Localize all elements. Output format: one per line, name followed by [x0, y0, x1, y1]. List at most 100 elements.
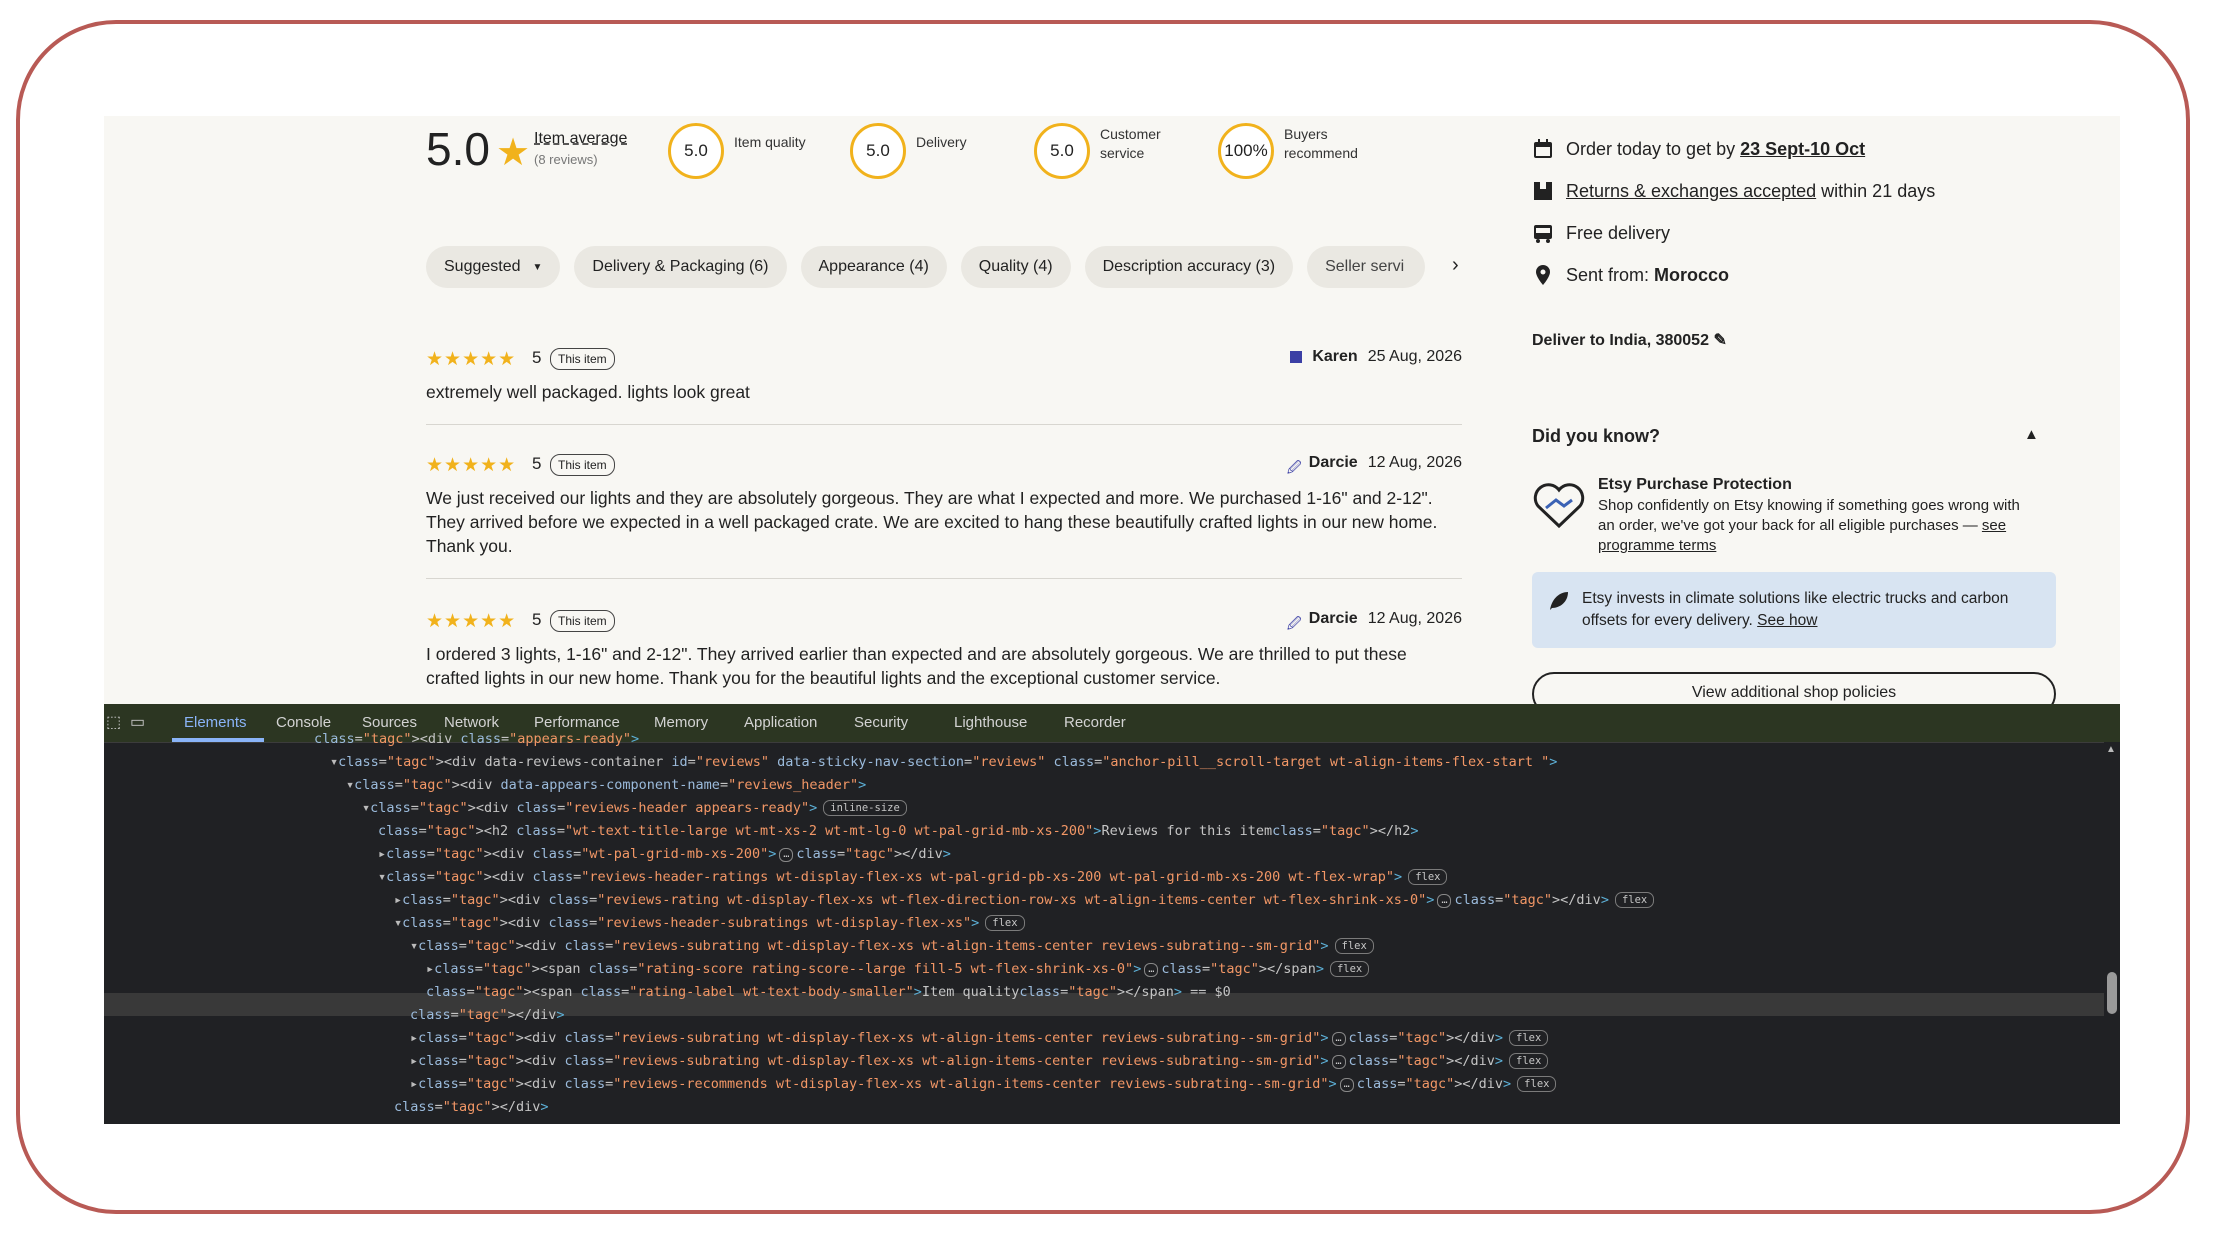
deliver-to[interactable]: Deliver to India, 380052 ✎ [1532, 330, 1727, 350]
reviewer-meta: 🖉 Darcie 12 Aug, 2026 [1286, 610, 1462, 631]
chevron-right-icon[interactable]: › [1452, 254, 1459, 277]
filter-pill-seller-service[interactable]: Seller servi [1307, 246, 1426, 288]
pencil-icon[interactable]: ✎ [1713, 332, 1726, 349]
rating-label: Customer service [1100, 126, 1161, 161]
dom-node-line[interactable]: ▾class="tagc"><div data-appears-componen… [346, 774, 866, 797]
tab-lighthouse[interactable]: Lighthouse [954, 714, 1027, 731]
filter-pill-delivery-packaging[interactable]: Delivery & Packaging (6) [574, 246, 787, 288]
inspect-element-icon[interactable]: ⬚ [106, 712, 121, 732]
review-item: ★★★★★ 5 This item 🖉 Darcie 12 Aug, 2026 … [426, 610, 1462, 704]
layout-badge: flex [1517, 1076, 1557, 1092]
dom-node-line[interactable]: ▸class="tagc"><div class="reviews-rating… [394, 889, 1655, 912]
order-prefix: Order today to get by [1566, 138, 1741, 159]
dom-node-line[interactable]: class="tagc"><h2 class="wt-text-title-la… [378, 820, 1418, 843]
tab-security[interactable]: Security [854, 714, 908, 731]
divider [426, 424, 1462, 425]
layout-badge: flex [985, 915, 1025, 931]
layout-badge: inline-size [823, 800, 907, 816]
divider [426, 578, 1462, 579]
dom-node-line[interactable]: class="tagc"></div> [394, 1096, 548, 1119]
location-pin-icon [1532, 264, 1554, 286]
recommend-percent-circle: 100% [1218, 123, 1274, 179]
sent-from-country: Morocco [1654, 264, 1730, 285]
reviewer-name[interactable]: Darcie [1309, 610, 1358, 628]
did-you-know-heading: Did you know? [1532, 426, 1660, 446]
review-date: 12 Aug, 2026 [1367, 610, 1462, 627]
average-rating: 5.0 [426, 123, 490, 175]
protection-body: Shop confidently on Etsy knowing if some… [1598, 497, 2020, 534]
dom-node-line[interactable]: class="tagc"><span class="rating-label w… [426, 981, 1231, 1004]
free-delivery-text: Free delivery [1566, 222, 1671, 243]
rating-number: 5 [532, 348, 542, 367]
sent-from: Sent from: Morocco [1532, 264, 1729, 286]
dom-node-line[interactable]: ▸class="tagc"><div class="reviews-recomm… [410, 1073, 1557, 1096]
review-text: I ordered 3 lights, 1-16" and 2-12". The… [426, 644, 1407, 688]
layout-badge: flex [1329, 961, 1370, 977]
scrollbar-thumb[interactable] [2107, 972, 2117, 1014]
feather-icon: 🖉 [1286, 615, 1302, 631]
dom-node-line[interactable]: class="tagc"><div class="appears-ready"> [314, 728, 639, 751]
reviewer-name[interactable]: Karen [1312, 348, 1357, 366]
sort-dropdown[interactable]: Suggested ▼ [426, 246, 561, 288]
review-date: 12 Aug, 2026 [1367, 454, 1462, 471]
dom-node-line[interactable]: class="tagc"></div> [410, 1004, 564, 1027]
star-rating: ★★★★★ [426, 349, 517, 370]
box-icon [1532, 180, 1554, 202]
dom-node-line[interactable]: ▸class="tagc"><div class="wt-pal-grid-mb… [378, 843, 951, 866]
truck-icon [1532, 222, 1554, 244]
item-average-link[interactable]: Item average [534, 130, 627, 148]
layout-badge: flex [1509, 1053, 1549, 1069]
leaf-icon [1548, 590, 1570, 617]
dom-node-line[interactable]: ▾class="tagc"><div class="reviews-header… [378, 866, 1448, 889]
tab-recorder[interactable]: Recorder [1064, 714, 1126, 731]
dom-node-line[interactable]: ▸class="tagc"><div class="reviews-subrat… [410, 1050, 1549, 1073]
review-date: 25 Aug, 2026 [1367, 348, 1462, 365]
climate-text: Etsy invests in climate solutions like e… [1582, 588, 2012, 632]
filter-pill-appearance[interactable]: Appearance (4) [800, 246, 947, 288]
delivery-dates-link[interactable]: 23 Sept-10 Oct [1740, 139, 1865, 159]
climate-banner: Etsy invests in climate solutions like e… [1532, 572, 2056, 648]
filter-pill-quality[interactable]: Quality (4) [960, 246, 1071, 288]
dom-tree: class="tagc"><div class="appears-ready">… [104, 731, 2104, 1124]
see-how-link[interactable]: See how [1757, 612, 1817, 629]
rating-score-circle: 5.0 [850, 123, 906, 179]
dom-node-line[interactable]: ▾class="tagc"><div class="reviews-subrat… [410, 935, 1374, 958]
caret-down-icon: ▼ [532, 261, 543, 273]
returns-suffix: within 21 days [1816, 180, 1936, 201]
star-icon: ★ [496, 132, 531, 174]
returns-info: Returns & exchanges accepted within 21 d… [1532, 180, 1935, 202]
dom-node-line[interactable]: ▸class="tagc"><span class="rating-score … [426, 958, 1370, 981]
calendar-icon [1532, 138, 1554, 160]
dom-node-line[interactable]: ▾class="tagc"><div class="reviews-header… [362, 797, 907, 820]
filter-pill-description-accuracy[interactable]: Description accuracy (3) [1084, 246, 1294, 288]
chevron-up-icon[interactable]: ▲ [2024, 426, 2039, 443]
rating-number: 5 [532, 610, 542, 629]
tab-elements[interactable]: Elements [184, 714, 247, 731]
returns-link[interactable]: Returns & exchanges accepted [1566, 181, 1816, 201]
dom-node-line[interactable]: ▾class="tagc"><div class="reviews-header… [394, 912, 1025, 935]
this-item-badge: This item [550, 454, 615, 476]
rating-score-circle: 5.0 [668, 123, 724, 179]
layout-badge: flex [1614, 892, 1655, 908]
reviewer-meta: Karen 25 Aug, 2026 [1290, 348, 1462, 366]
reviewer-name[interactable]: Darcie [1309, 454, 1358, 472]
star-rating: ★★★★★ [426, 455, 517, 476]
scroll-up-arrow-icon[interactable]: ▲ [2106, 744, 2116, 755]
layout-badge: flex [1334, 938, 1374, 954]
sort-label: Suggested [444, 258, 521, 275]
rating-number: 5 [532, 454, 542, 473]
layout-badge: flex [1408, 869, 1448, 885]
star-rating: ★★★★★ [426, 611, 517, 632]
review-filter-pills: Suggested ▼ Delivery & Packaging (6) Appe… [426, 246, 1426, 288]
tab-memory[interactable]: Memory [654, 714, 708, 731]
reviewer-meta: 🖉 Darcie 12 Aug, 2026 [1287, 454, 1462, 475]
this-item-badge: This item [550, 348, 615, 370]
tab-application[interactable]: Application [744, 714, 817, 731]
dom-node-line[interactable]: ▸class="tagc"><div class="reviews-subrat… [410, 1027, 1549, 1050]
handshake-heart-icon [1532, 482, 1586, 540]
etsy-listing-page: 5.0 ★ Item average (8 reviews) 5.0 Item … [104, 116, 2120, 716]
dom-scrollbar[interactable] [2104, 742, 2120, 1124]
avatar [1290, 351, 1303, 363]
device-toolbar-icon[interactable]: ▭ [130, 712, 145, 732]
dom-node-line[interactable]: ▾class="tagc"><div data-reviews-containe… [330, 751, 1557, 774]
